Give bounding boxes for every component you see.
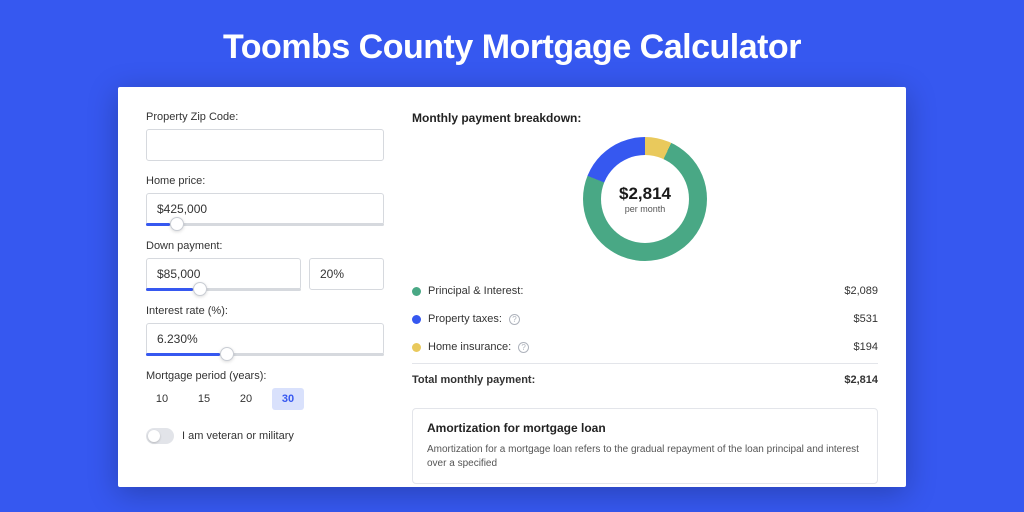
period-btn-30[interactable]: 30 (272, 388, 304, 410)
down-percent-input[interactable] (309, 258, 384, 290)
rate-field: Interest rate (%): (146, 305, 384, 356)
period-btn-20[interactable]: 20 (230, 388, 262, 410)
legend-value: $194 (854, 341, 878, 353)
veteran-label: I am veteran or military (182, 430, 294, 442)
breakdown-title: Monthly payment breakdown: (412, 111, 878, 125)
down-slider[interactable] (146, 288, 301, 291)
price-label: Home price: (146, 175, 384, 187)
rate-label: Interest rate (%): (146, 305, 384, 317)
period-btn-15[interactable]: 15 (188, 388, 220, 410)
period-buttons: 10 15 20 30 (146, 388, 384, 410)
legend-row-total: Total monthly payment: $2,814 (412, 363, 878, 394)
dot-icon (412, 343, 421, 352)
donut-center: $2,814 per month (601, 155, 689, 243)
dot-icon (412, 315, 421, 324)
down-amount-input[interactable] (146, 258, 301, 290)
price-slider-thumb[interactable] (170, 217, 184, 231)
amortization-box: Amortization for mortgage loan Amortizat… (412, 408, 878, 484)
down-field: Down payment: (146, 240, 384, 291)
zip-field: Property Zip Code: (146, 111, 384, 161)
amortization-text: Amortization for a mortgage loan refers … (427, 443, 863, 471)
donut-sub: per month (625, 204, 666, 214)
total-value: $2,814 (844, 374, 878, 386)
donut-amount: $2,814 (619, 184, 671, 204)
down-slider-thumb[interactable] (193, 282, 207, 296)
legend-label: Principal & Interest: (428, 285, 523, 297)
rate-input[interactable] (146, 323, 384, 355)
info-icon[interactable]: ? (509, 314, 520, 325)
donut-chart: $2,814 per month (583, 137, 707, 261)
total-label: Total monthly payment: (412, 374, 535, 386)
legend-label: Home insurance: (428, 341, 511, 353)
inputs-column: Property Zip Code: Home price: Down paym… (146, 111, 384, 487)
legend-value: $2,089 (844, 285, 878, 297)
breakdown-column: Monthly payment breakdown: $2,814 per mo… (412, 111, 878, 487)
period-btn-10[interactable]: 10 (146, 388, 178, 410)
veteran-toggle[interactable] (146, 428, 174, 444)
zip-input[interactable] (146, 129, 384, 161)
dot-icon (412, 287, 421, 296)
legend-row-principal: Principal & Interest: $2,089 (412, 277, 878, 305)
rate-slider-thumb[interactable] (220, 347, 234, 361)
legend-label: Property taxes: (428, 313, 502, 325)
price-slider[interactable] (146, 223, 384, 226)
period-field: Mortgage period (years): 10 15 20 30 (146, 370, 384, 410)
veteran-row: I am veteran or military (146, 428, 384, 444)
toggle-knob (148, 430, 160, 442)
period-label: Mortgage period (years): (146, 370, 384, 382)
rate-slider[interactable] (146, 353, 384, 356)
page-title: Toombs County Mortgage Calculator (0, 0, 1024, 87)
amortization-title: Amortization for mortgage loan (427, 421, 863, 435)
info-icon[interactable]: ? (518, 342, 529, 353)
legend-row-insurance: Home insurance: ? $194 (412, 333, 878, 361)
calculator-card: Property Zip Code: Home price: Down paym… (118, 87, 906, 487)
legend-value: $531 (854, 313, 878, 325)
down-label: Down payment: (146, 240, 384, 252)
donut-chart-wrap: $2,814 per month (412, 137, 878, 261)
legend-row-taxes: Property taxes: ? $531 (412, 305, 878, 333)
zip-label: Property Zip Code: (146, 111, 384, 123)
price-field: Home price: (146, 175, 384, 226)
